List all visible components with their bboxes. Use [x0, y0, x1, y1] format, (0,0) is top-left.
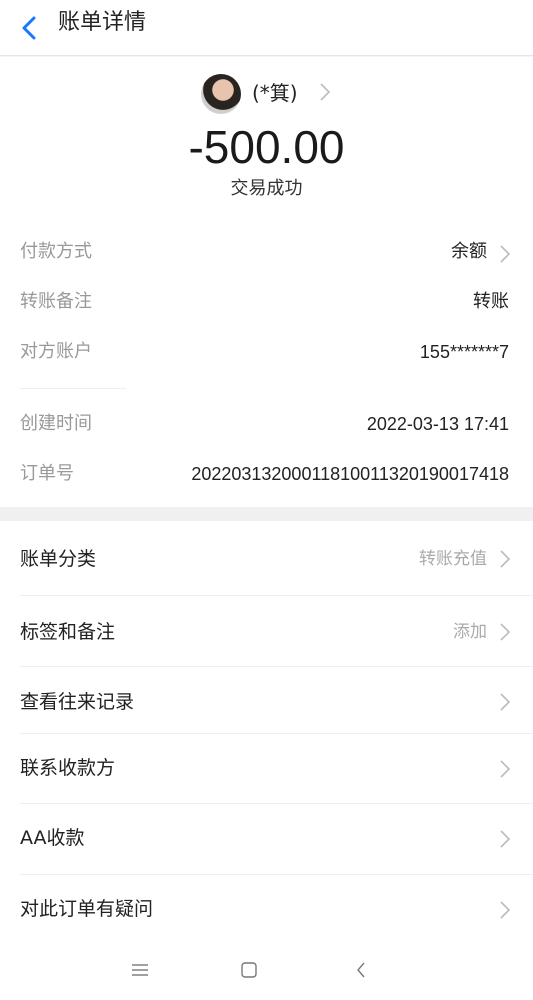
home-button[interactable] — [231, 955, 267, 985]
detail-value: 余额 — [451, 241, 487, 262]
detail-value: 20220313200011810011320190017418 — [191, 464, 509, 484]
action-tags-notes[interactable]: 标签和备注 添加 — [0, 596, 533, 666]
transaction-status: 交易成功 — [230, 178, 303, 199]
header-bar: 账单详情 — [0, 0, 533, 56]
action-label: AA收款 — [20, 827, 85, 849]
chevron-right-icon — [500, 693, 511, 711]
detail-key: 创建时间 — [20, 413, 92, 434]
payee-name: (*箕) — [252, 81, 298, 105]
action-contact-payee[interactable]: 联系收款方 — [0, 734, 533, 804]
action-label: 账单分类 — [20, 548, 97, 570]
detail-row-transfer-note: 转账备注 转账 — [0, 277, 533, 327]
system-nav-bar — [0, 941, 533, 1000]
page-title: 账单详情 — [58, 10, 147, 35]
nav-back-icon — [357, 962, 365, 978]
action-hint: 转账充值 — [419, 549, 487, 569]
chevron-right-icon — [500, 830, 511, 848]
action-bill-category[interactable]: 账单分类 转账充值 — [0, 521, 533, 591]
action-label: 联系收款方 — [20, 757, 116, 779]
action-label: 标签和备注 — [20, 621, 116, 643]
back-button[interactable] — [14, 10, 44, 46]
chevron-right-icon — [500, 623, 511, 641]
chevron-right-icon — [500, 760, 511, 778]
payee-row[interactable]: (*箕) — [0, 71, 533, 115]
action-label: 查看往来记录 — [20, 691, 135, 713]
actions-card: 账单分类 转账充值 标签和备注 添加 查看往来记录 联系收款方 AA收款 对此订… — [0, 521, 533, 941]
detail-row-created-time: 创建时间 2022-03-13 17:41 — [0, 399, 533, 449]
chevron-right-icon — [500, 245, 511, 263]
action-label: 对此订单有疑问 — [20, 898, 154, 920]
detail-value: 155*******7 — [419, 342, 509, 362]
bill-summary-card: (*箕) -500.00 交易成功 付款方式 余额 转账备注 转账 对方账户 1… — [0, 57, 533, 507]
action-hint: 添加 — [453, 622, 487, 642]
detail-row-payment-method[interactable]: 付款方式 余额 — [0, 227, 533, 277]
section-gap — [0, 507, 533, 521]
divider — [20, 388, 126, 389]
detail-row-order-number: 订单号 20220313200011810011320190017418 — [0, 449, 533, 499]
chevron-right-icon — [500, 550, 511, 568]
nav-back-button[interactable] — [343, 955, 379, 985]
detail-key: 对方账户 — [20, 341, 92, 362]
chevron-right-icon — [500, 901, 511, 919]
detail-value: 转账 — [473, 291, 509, 312]
menu-button[interactable] — [122, 955, 158, 985]
detail-value: 2022-03-13 17:41 — [366, 414, 509, 434]
avatar — [201, 74, 241, 114]
action-view-history[interactable]: 查看往来记录 — [0, 667, 533, 737]
chevron-right-icon — [320, 83, 331, 101]
action-order-question[interactable]: 对此订单有疑问 — [0, 875, 533, 945]
home-icon — [241, 962, 257, 978]
detail-key: 订单号 — [20, 463, 74, 484]
detail-key: 转账备注 — [20, 291, 92, 312]
detail-key: 付款方式 — [20, 241, 92, 262]
back-arrow-icon — [22, 16, 36, 40]
detail-row-counterparty-account: 对方账户 155*******7 — [0, 327, 533, 377]
action-aa-collect[interactable]: AA收款 — [0, 804, 533, 874]
amount: -500.00 — [188, 121, 345, 173]
menu-icon — [132, 964, 148, 976]
